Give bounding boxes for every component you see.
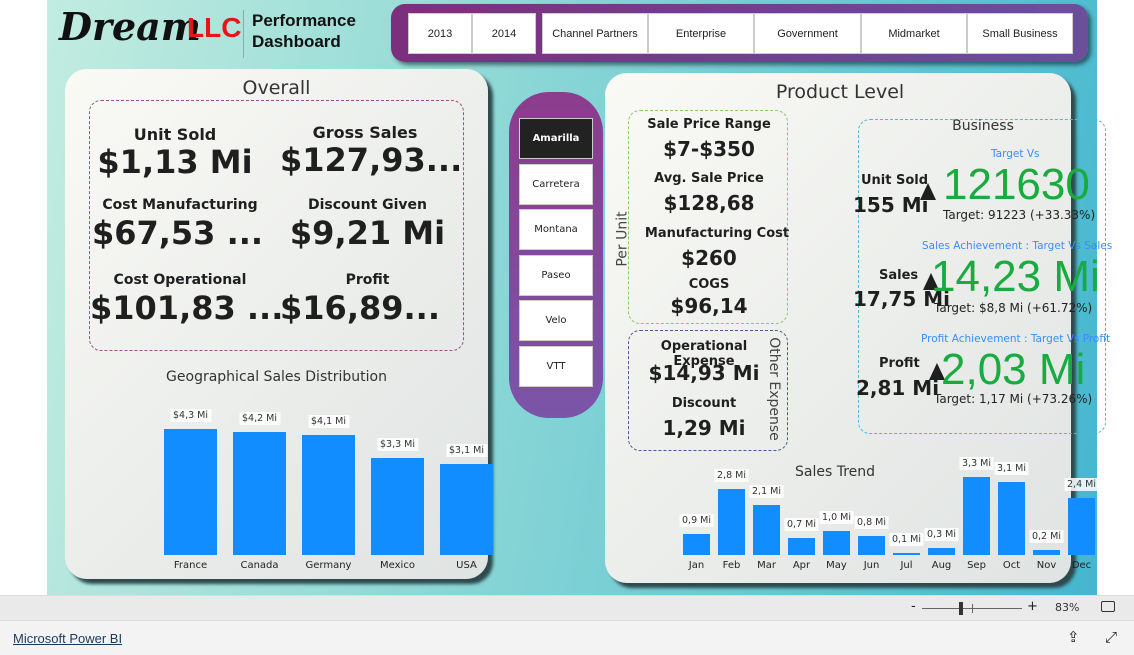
- zoom-out-button[interactable]: -: [911, 599, 916, 614]
- x-tick-label: Apr: [792, 560, 811, 571]
- data-label: 2,8 Mi: [714, 468, 749, 482]
- data-label: 0,9 Mi: [679, 513, 714, 527]
- x-tick-label: Mar: [757, 560, 776, 571]
- bar-jan[interactable]: [683, 533, 710, 555]
- x-tick-label: Jun: [863, 560, 880, 571]
- bar-sep[interactable]: [963, 477, 990, 555]
- data-label: 1,0 Mi: [819, 511, 854, 525]
- filter-2013[interactable]: 2013: [408, 13, 472, 54]
- data-label: 0,3 Mi: [924, 527, 959, 541]
- x-tick-label: Mexico: [380, 560, 415, 571]
- data-label: $4,2 Mi: [238, 411, 281, 425]
- bar-aug[interactable]: [928, 547, 955, 555]
- fit-to-page-icon[interactable]: [1101, 601, 1115, 612]
- data-label: $3,1 Mi: [445, 444, 488, 458]
- status-bar: - + 83%: [0, 595, 1134, 620]
- filter-channel-partners[interactable]: Channel Partners: [542, 13, 648, 54]
- title-line2: Dashboard: [252, 32, 341, 51]
- data-label: $4,3 Mi: [169, 409, 212, 422]
- product-vtt[interactable]: VTT: [519, 346, 593, 387]
- data-label: 2,1 Mi: [749, 485, 784, 499]
- zoom-in-button[interactable]: +: [1027, 599, 1038, 614]
- overall-panel: Overall Unit Sold $1,13 Mi Gross Sales $…: [65, 69, 493, 579]
- filter-enterprise[interactable]: Enterprise: [648, 13, 754, 54]
- data-label: 0,8 Mi: [854, 516, 889, 530]
- geo-sales-chart: $4,3 Mi France $4,2 Mi Canada $4,1 Mi Germany…: [65, 69, 493, 579]
- dashboard-title: Performance Dashboard: [252, 10, 356, 52]
- zoom-slider-thumb[interactable]: [958, 602, 963, 615]
- product-paseo[interactable]: Paseo: [519, 255, 593, 296]
- x-tick-label: Aug: [931, 560, 952, 571]
- x-tick-label: France: [173, 560, 208, 571]
- filter-2014[interactable]: 2014: [472, 13, 536, 54]
- x-tick-label: Dec: [1071, 560, 1092, 571]
- data-label: 3,1 Mi: [994, 461, 1029, 475]
- zoom-level: 83%: [1055, 601, 1080, 614]
- bar-mexico[interactable]: [371, 458, 424, 555]
- power-bi-link[interactable]: Microsoft Power BI: [13, 631, 122, 646]
- zoom-slider-tick: [972, 604, 973, 613]
- x-tick-label: Germany: [305, 560, 352, 571]
- data-label: 0,2 Mi: [1029, 530, 1064, 544]
- filter-slicer: 2013 2014 Channel Partners Enterprise Go…: [391, 4, 1088, 62]
- x-tick-label: Feb: [722, 560, 741, 571]
- filter-government[interactable]: Government: [754, 13, 861, 54]
- logo-divider: [243, 10, 244, 58]
- bar-oct[interactable]: [998, 481, 1025, 555]
- x-tick-label: Nov: [1036, 560, 1057, 571]
- data-label: $4,1 Mi: [307, 414, 350, 428]
- product-carretera[interactable]: Carretera: [519, 164, 593, 205]
- product-slicer: Amarilla Carretera Montana Paseo Velo VT…: [509, 92, 603, 418]
- bar-apr[interactable]: [788, 538, 815, 555]
- title-line1: Performance: [252, 11, 356, 30]
- filter-midmarket[interactable]: Midmarket: [861, 13, 967, 54]
- x-tick-label: USA: [456, 560, 477, 571]
- bar-feb[interactable]: [718, 488, 745, 555]
- bar-france[interactable]: [164, 429, 217, 555]
- x-tick-label: Sep: [967, 560, 986, 571]
- logo-dream: Dream: [59, 4, 201, 49]
- logo-llc: LLC: [187, 12, 242, 43]
- data-label: 0,1 Mi: [889, 532, 924, 546]
- x-tick-label: May: [826, 560, 847, 571]
- x-tick-label: Jan: [688, 560, 705, 571]
- x-tick-label: Oct: [1002, 560, 1021, 571]
- bar-jul[interactable]: [893, 552, 920, 555]
- bar-germany[interactable]: [302, 434, 355, 555]
- share-icon[interactable]: ⇪: [1067, 628, 1080, 646]
- filter-small-business[interactable]: Small Business: [967, 13, 1073, 54]
- product-level-panel: Product Level Per Unit Sale Price Range …: [605, 73, 1112, 583]
- product-amarilla[interactable]: Amarilla: [519, 118, 593, 159]
- data-label: 2,4 Mi: [1064, 478, 1099, 492]
- data-label: $3,3 Mi: [376, 438, 419, 452]
- bar-mar[interactable]: [753, 505, 780, 555]
- footer: Microsoft Power BI ⇪ ⤢: [0, 620, 1134, 655]
- bar-jun[interactable]: [858, 536, 885, 555]
- bar-canada[interactable]: [233, 431, 286, 555]
- report-canvas: Dream LLC Performance Dashboard 2013 2014…: [47, 0, 1112, 595]
- bar-may[interactable]: [823, 531, 850, 555]
- data-label: 0,7 Mi: [784, 518, 819, 532]
- bar-dec[interactable]: [1068, 498, 1095, 555]
- data-label: 3,3 Mi: [959, 457, 994, 471]
- sales-trend-chart: 0,9 Mi Jan 2,8 Mi Feb 2,1 Mi Mar 0,7 Mi Apr 1,0 …: [605, 73, 1099, 583]
- fullscreen-icon[interactable]: ⤢: [1105, 628, 1117, 646]
- product-velo[interactable]: Velo: [519, 300, 593, 341]
- product-montana[interactable]: Montana: [519, 209, 593, 250]
- x-tick-label: Jul: [900, 560, 913, 571]
- bar-usa[interactable]: [440, 464, 493, 555]
- bar-nov[interactable]: [1033, 550, 1060, 555]
- x-tick-label: Canada: [240, 560, 279, 571]
